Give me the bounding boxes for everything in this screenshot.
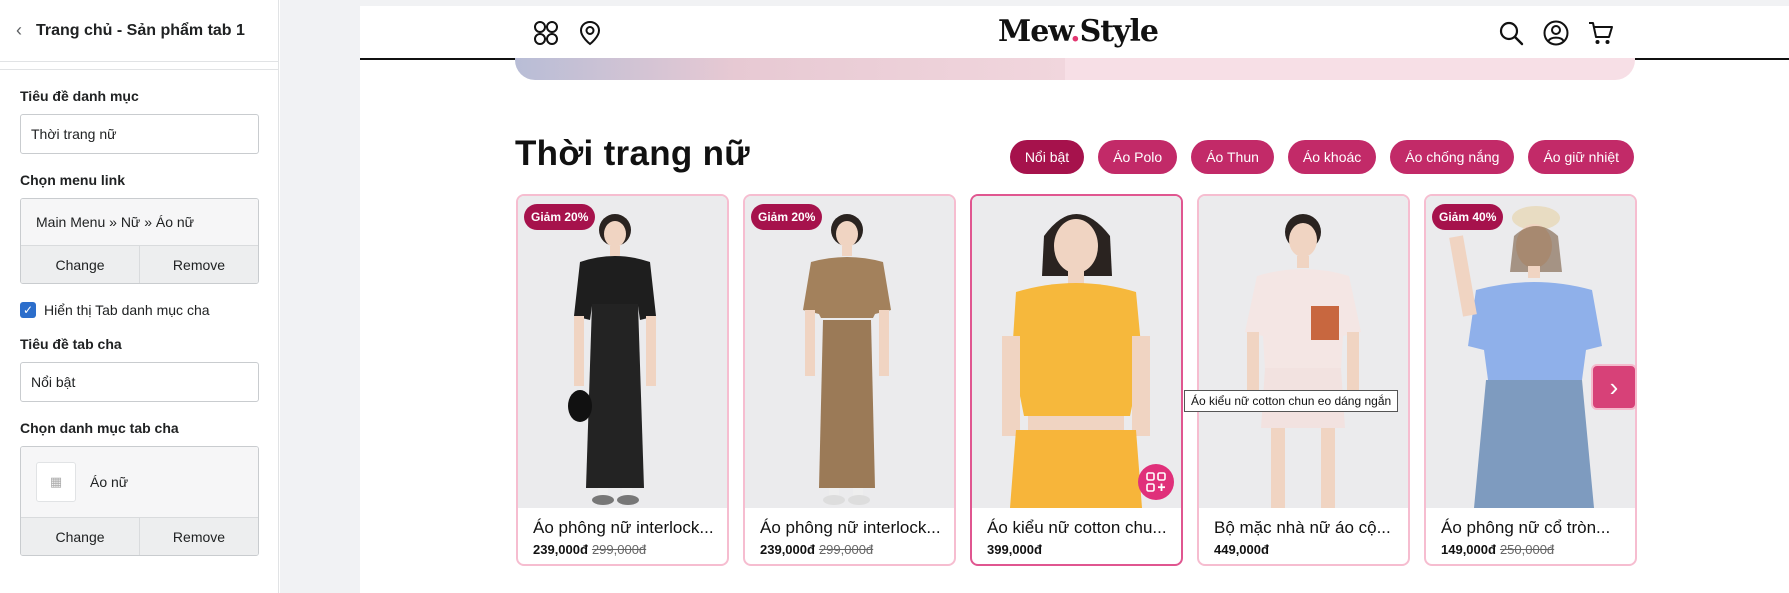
panel-body: Tiêu đề danh mục Thời trang nữ Chọn menu…: [0, 88, 278, 556]
product-image[interactable]: Giảm 40%: [1426, 196, 1635, 508]
product-card[interactable]: Giảm 20% Áo phông nữ interlock... 239,00…: [743, 194, 956, 566]
tab-ao-khoac[interactable]: Áo khoác: [1287, 140, 1377, 174]
tab-ao-chong-nang[interactable]: Áo chống nắng: [1390, 140, 1515, 174]
location-pin-icon[interactable]: [576, 19, 604, 47]
product-image[interactable]: Giảm 20%: [745, 196, 954, 508]
product-card[interactable]: Áo kiểu nữ cotton chu... 399,000đ: [970, 194, 1183, 566]
parent-tab-category-picker: ▦ Áo nữ Change Remove: [20, 446, 259, 556]
product-price: 399,000đ: [987, 542, 1042, 557]
model-photo: [1449, 206, 1602, 508]
product-prices: 449,000đ: [1199, 538, 1408, 557]
model-photo: [1245, 214, 1361, 508]
discount-badge: Giảm 40%: [1432, 204, 1504, 230]
product-price: 449,000đ: [1214, 542, 1269, 557]
product-prices: 239,000đ 299,000đ: [518, 538, 727, 557]
logo-text-main: Mew: [998, 14, 1071, 49]
product-prices: 149,000đ 250,000đ: [1426, 538, 1635, 557]
parent-tab-category-label: Chọn danh mục tab cha: [20, 420, 179, 436]
parent-tab-title-label: Tiêu đề tab cha: [20, 336, 122, 352]
cart-icon[interactable]: [1587, 19, 1615, 47]
store-preview: Mew.Style Thời trang nữ Nổi bật Áo Polo …: [360, 0, 1789, 593]
show-parent-tab-label: Hiển thị Tab danh mục cha: [44, 302, 210, 318]
product-old-price: 250,000đ: [1499, 542, 1555, 557]
panel-title: Trang chủ - Sản phẩm tab 1: [36, 21, 245, 39]
store-logo[interactable]: Mew.Style: [998, 14, 1159, 49]
product-carousel: Giảm 20% Áo phông nữ interlock... 239,00…: [516, 194, 1637, 566]
category-title-label: Tiêu đề danh mục: [20, 88, 139, 104]
parent-tab-category-remove-button[interactable]: Remove: [140, 518, 258, 555]
product-image[interactable]: Giảm 20%: [518, 196, 727, 508]
parent-tab-category-name: Áo nữ: [90, 474, 129, 490]
product-card[interactable]: Bộ mặc nhà nữ áo cộ... 449,000đ: [1197, 194, 1410, 566]
menu-link-label: Chọn menu link: [20, 172, 125, 188]
tab-ao-giu-nhiet[interactable]: Áo giữ nhiệt: [1528, 140, 1634, 174]
menu-link-change-button[interactable]: Change: [21, 246, 140, 283]
logo-text-tail: Style: [1079, 14, 1159, 49]
discount-badge: Giảm 20%: [751, 204, 823, 230]
product-name[interactable]: Áo phông nữ cổ tròn...: [1426, 508, 1621, 538]
menu-link-value: Main Menu » Nữ » Áo nữ: [21, 199, 258, 245]
grid-menu-icon[interactable]: [532, 19, 560, 47]
preview-background: [280, 0, 360, 593]
product-price: 239,000đ: [533, 542, 588, 557]
product-old-price: 299,000đ: [818, 542, 874, 557]
product-image[interactable]: [1199, 196, 1408, 508]
panel-header: ‹ Trang chủ - Sản phẩm tab 1: [0, 0, 278, 62]
image-placeholder-icon: ▦: [36, 462, 76, 502]
menu-link-remove-button[interactable]: Remove: [140, 246, 258, 283]
product-name[interactable]: Áo kiểu nữ cotton chu...: [972, 508, 1167, 538]
parent-tab-category-value: ▦ Áo nữ: [21, 447, 258, 517]
show-parent-tab-row[interactable]: ✓ Hiển thị Tab danh mục cha: [20, 302, 258, 318]
settings-panel: ‹ Trang chủ - Sản phẩm tab 1 Tiêu đề dan…: [0, 0, 279, 593]
product-price: 239,000đ: [760, 542, 815, 557]
tab-ao-thun[interactable]: Áo Thun: [1191, 140, 1274, 174]
product-prices: 399,000đ: [972, 538, 1181, 557]
discount-badge: Giảm 20%: [524, 204, 596, 230]
model-photo: [1002, 214, 1150, 508]
checkbox-checked-icon[interactable]: ✓: [20, 302, 36, 318]
category-title-input[interactable]: Thời trang nữ: [20, 114, 259, 154]
product-name[interactable]: Bộ mặc nhà nữ áo cộ...: [1199, 508, 1394, 538]
parent-tab-title-input[interactable]: Nổi bật: [20, 362, 259, 402]
account-icon[interactable]: [1542, 19, 1570, 47]
hero-banner-bottom: [515, 58, 1635, 80]
model-photo: [803, 214, 891, 505]
product-card[interactable]: Giảm 20% Áo phông nữ interlock... 239,00…: [516, 194, 729, 566]
product-image[interactable]: [972, 196, 1181, 508]
category-tabs: Nổi bật Áo Polo Áo Thun Áo khoác Áo chốn…: [1009, 140, 1634, 174]
logo-dot: .: [1070, 14, 1081, 49]
tab-ao-polo[interactable]: Áo Polo: [1098, 140, 1178, 174]
section-title: Thời trang nữ: [515, 134, 750, 173]
product-price: 149,000đ: [1441, 542, 1496, 557]
quick-add-icon: [1146, 472, 1166, 492]
product-tooltip: Áo kiểu nữ cotton chun eo dáng ngắn: [1184, 390, 1399, 412]
chevron-left-icon[interactable]: ‹: [16, 20, 22, 41]
product-name[interactable]: Áo phông nữ interlock...: [518, 508, 713, 538]
product-prices: 239,000đ 299,000đ: [745, 538, 954, 557]
search-icon[interactable]: [1497, 19, 1525, 47]
tab-noi-bat[interactable]: Nổi bật: [1009, 140, 1085, 174]
store-header: Mew.Style: [360, 6, 1789, 60]
chevron-right-icon: ›: [1609, 371, 1619, 402]
carousel-next-button[interactable]: ›: [1591, 364, 1637, 410]
divider: [0, 62, 278, 70]
parent-tab-category-change-button[interactable]: Change: [21, 518, 140, 555]
menu-link-picker: Main Menu » Nữ » Áo nữ Change Remove: [20, 198, 259, 284]
model-photo: [568, 214, 656, 505]
product-old-price: 299,000đ: [591, 542, 647, 557]
product-name[interactable]: Áo phông nữ interlock...: [745, 508, 940, 538]
quick-add-button[interactable]: [1138, 464, 1174, 500]
